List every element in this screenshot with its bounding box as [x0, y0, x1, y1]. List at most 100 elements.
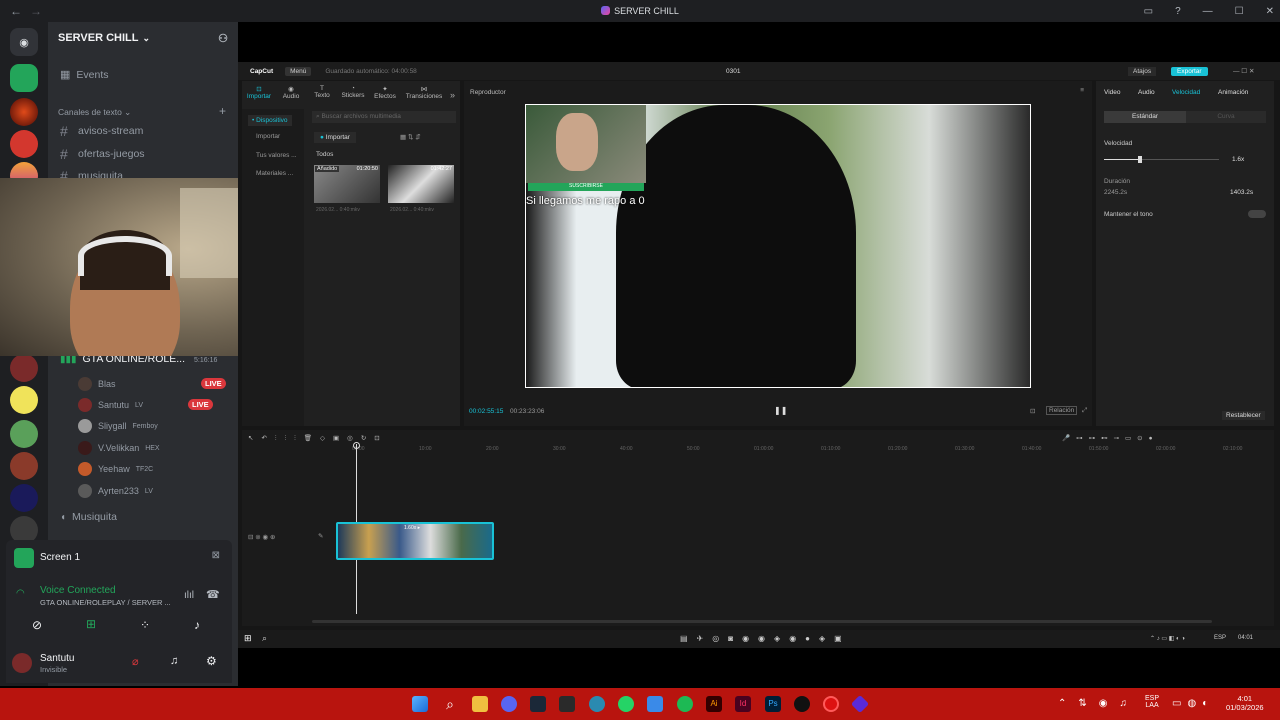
props-tab-audio[interactable]: Audio — [1138, 89, 1155, 96]
activities-icon[interactable]: ⁘ — [140, 618, 150, 632]
close-stream-icon[interactable]: ⊠ — [212, 550, 220, 561]
timeline-right-tools[interactable]: 🎤⊶⊶⊷⊸▭⊙● — [1062, 434, 1159, 442]
tab-text[interactable]: T Texto — [308, 85, 336, 99]
tab-import[interactable]: ⊡ Importar — [244, 85, 274, 100]
edit-cover-icon[interactable]: ✎ — [318, 532, 323, 540]
media-search-input[interactable]: ⌕ Buscar archivos multimedia — [312, 111, 456, 123]
nav-import[interactable]: Importar — [256, 133, 280, 140]
nav-your-values[interactable]: Tus valores ... — [256, 152, 297, 159]
reset-button[interactable]: Restablecer — [1222, 411, 1265, 420]
settings-gear-icon[interactable]: ⚙ — [206, 654, 217, 668]
opera-gx-icon[interactable] — [823, 696, 839, 712]
fit-icon[interactable]: ⊡ — [1030, 407, 1035, 415]
props-tab-video[interactable]: Video — [1104, 89, 1121, 96]
steam-icon[interactable] — [530, 696, 546, 712]
video-off-icon[interactable]: ⊘ — [32, 618, 42, 632]
inner-app-icons[interactable]: ▤✈◎◙◉◉◈◉●◈▣ — [680, 634, 851, 643]
channel-ofertas-juegos[interactable]: # ofertas-juegos — [60, 146, 145, 162]
voice-user[interactable]: Blas — [78, 377, 116, 391]
help-icon[interactable]: ? — [1175, 6, 1181, 17]
inner-clock[interactable]: 04:01 — [1238, 635, 1253, 641]
category-text-channels[interactable]: Canales de texto ⌄ — [58, 107, 131, 118]
spotify-icon[interactable] — [677, 696, 693, 712]
shortcuts-button[interactable]: Atajos — [1128, 66, 1157, 76]
add-member-icon[interactable]: ⚇ — [218, 32, 228, 45]
tab-audio[interactable]: ◉ Audio — [276, 85, 306, 100]
project-title[interactable]: 0301 — [726, 68, 740, 75]
video-preview[interactable]: SUSCRIBIRSE Si llegamos me rapo a 0 — [525, 104, 1031, 388]
user-avatar[interactable] — [12, 653, 32, 673]
ratio-button[interactable]: Relación — [1046, 406, 1078, 415]
indesign-icon[interactable]: Id — [735, 696, 751, 712]
nav-device[interactable]: • Dispositivo — [248, 115, 292, 126]
language-indicator[interactable]: ESP LAA — [1145, 695, 1159, 709]
discord-home-icon[interactable]: ◉ — [10, 28, 38, 56]
inner-search-icon[interactable]: ⌕ — [262, 633, 267, 644]
add-channel-icon[interactable]: + — [219, 104, 226, 118]
timeline-ruler[interactable]: 00:00 10:00 20:00 30:00 40:00 50:00 01:00:00 01… — [352, 446, 1272, 454]
voice-user[interactable]: Yeehaw TF2C — [78, 462, 153, 476]
events-link[interactable]: ▦ Events — [60, 68, 109, 82]
tab-transitions[interactable]: ⋈ Transiciones — [402, 85, 446, 100]
nav-materials[interactable]: Materiales ... — [256, 170, 293, 177]
start-button[interactable] — [412, 696, 428, 712]
voice-status-channel[interactable]: GTA ONLINE/ROLEPLAY / SERVER ... — [40, 598, 171, 607]
app-icon-blue[interactable] — [647, 696, 663, 712]
server-icon-8[interactable] — [10, 452, 38, 480]
voice-user[interactable]: V.Velikkan HEX — [78, 441, 160, 455]
speed-value[interactable]: 1.6x — [1232, 156, 1244, 163]
inner-start-icon[interactable]: ⊞ — [244, 633, 252, 644]
pause-icon[interactable]: ❚❚ — [774, 406, 787, 415]
import-button[interactable]: ● Importar — [314, 132, 356, 143]
edge-icon[interactable] — [589, 696, 605, 712]
track-controls[interactable]: ⊟ ⊚ ◉ ⊕ — [248, 533, 275, 541]
voice-user[interactable]: Santutu LV — [78, 398, 143, 412]
duration-new[interactable]: 1403.2s — [1230, 189, 1253, 196]
inner-lang[interactable]: ESP — [1214, 635, 1226, 641]
whatsapp-icon[interactable] — [618, 696, 634, 712]
inner-tray-icons[interactable]: ⌃ ♪ ▭ ◧ ◐ ◑ — [1150, 635, 1185, 642]
video-clip[interactable]: 1.60x ▸ — [336, 522, 494, 560]
voice-user[interactable]: Sliygall Femboy — [78, 419, 158, 433]
timeline-tools[interactable]: ↖↶⫶⫶⫶🗑◇▣◎↻⊡ — [248, 434, 388, 443]
close-button[interactable]: ✕ — [1266, 6, 1274, 17]
props-tab-animation[interactable]: Animación — [1218, 89, 1248, 96]
keep-tone-toggle[interactable] — [1248, 210, 1266, 218]
system-icons[interactable]: ▭◍◐ — [1172, 698, 1214, 709]
maximize-button[interactable]: ☐ — [1235, 6, 1244, 17]
menu-button[interactable]: Menú — [285, 66, 312, 76]
tab-stickers[interactable]: ◔ Stickers — [338, 85, 368, 99]
props-tab-speed[interactable]: Velocidad — [1172, 89, 1200, 96]
mic-muted-icon[interactable]: ⌀ — [132, 655, 139, 668]
server-icon-3[interactable] — [10, 130, 38, 158]
server-icon-2[interactable] — [10, 98, 38, 126]
server-icon-5[interactable] — [10, 354, 38, 382]
server-icon-chill[interactable] — [10, 64, 38, 92]
headphones-icon[interactable]: ♫ — [170, 655, 178, 667]
noise-suppression-icon[interactable]: ılıl — [184, 590, 194, 601]
timeline-scrollbar[interactable] — [312, 620, 1212, 623]
file-explorer-icon[interactable] — [472, 696, 488, 712]
screen-share-active-icon[interactable]: ⊞ — [86, 617, 96, 631]
playhead-handle[interactable] — [353, 442, 360, 449]
channel-avisos-stream[interactable]: # avisos-stream — [60, 123, 143, 139]
server-icon-9[interactable] — [10, 484, 38, 512]
user-name[interactable]: Santutu — [40, 653, 74, 664]
filter-all[interactable]: Todos — [316, 151, 333, 158]
search-icon[interactable]: ⌕ — [442, 696, 458, 712]
voice-status[interactable]: Voice Connected — [40, 585, 116, 596]
discord-taskbar-icon[interactable] — [501, 696, 517, 712]
export-button[interactable]: Exportar — [1171, 66, 1208, 76]
server-header[interactable]: SERVER CHILL ⌄ ⚇ — [48, 22, 238, 54]
voice-user[interactable]: Ayrten233 LV — [78, 484, 153, 498]
speed-mode-standard[interactable]: Estándar — [1104, 111, 1186, 123]
server-icon-6[interactable] — [10, 386, 38, 414]
photoshop-icon[interactable]: Ps — [765, 696, 781, 712]
media-thumbnail-1[interactable]: Añadido 01:20:50 — [314, 165, 380, 203]
inbox-icon[interactable]: ▭ — [1144, 6, 1153, 17]
speed-slider-handle[interactable] — [1138, 156, 1142, 163]
player-menu-icon[interactable]: ≡ — [1080, 87, 1084, 94]
illustrator-icon[interactable]: Ai — [706, 696, 722, 712]
speed-mode-curve[interactable]: Curva — [1186, 111, 1266, 123]
tray-icons[interactable]: ⌃⇅◉♫ — [1058, 698, 1139, 709]
